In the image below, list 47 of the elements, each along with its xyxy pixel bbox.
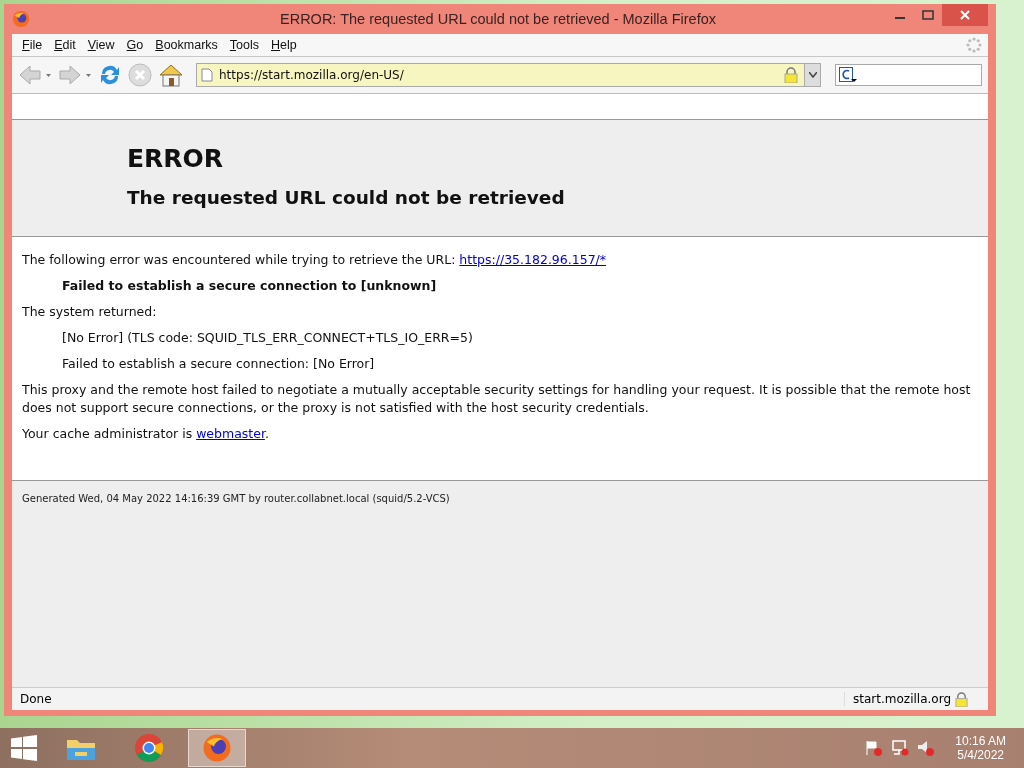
close-icon xyxy=(960,10,970,20)
flag-icon xyxy=(865,740,884,756)
error-paragraph: This proxy and the remote host failed to negotiate a mutually acceptable security settings for handling your request. It is possible that the remote host does not support secure connections, or the proxy is not satisfied with the host security credentials. xyxy=(22,381,972,417)
error-subheading: The requested URL could not be retrieved xyxy=(127,187,566,208)
window-title: ERROR: The requested URL could not be retrieved - Mozilla Firefox xyxy=(279,11,717,27)
minimize-icon xyxy=(895,17,905,19)
link[interactable]: webmaster xyxy=(196,426,265,441)
taskbar-app[interactable] xyxy=(188,729,246,767)
link[interactable]: https://35.182.96.157/* xyxy=(459,252,607,267)
error-heading: ERROR xyxy=(127,144,225,173)
speaker-icon xyxy=(917,740,936,756)
error-detail: Failed to establish a secure connection to [unknown] xyxy=(61,277,438,295)
error-paragraph: The system returned: xyxy=(22,303,158,321)
menu-item[interactable]: Bookmarks xyxy=(149,38,224,52)
page-icon xyxy=(201,68,213,82)
chevron-icon xyxy=(808,72,817,78)
error-detail: [No Error] (TLS code: SQUID_TLS_ERR_CONNECT+TLS_IO_ERR=5) xyxy=(61,329,474,347)
menu-item[interactable]: Help xyxy=(265,38,303,52)
status-text: Done xyxy=(19,692,53,706)
error-paragraph: The following error was encountered while trying to retrieve the URL: https://35.182.96.157/* xyxy=(22,251,608,269)
error-paragraph: Your cache administrator is webmaster. xyxy=(22,425,270,443)
network-icon xyxy=(891,740,910,756)
menu-item[interactable]: Tools xyxy=(223,38,265,52)
clock-time: 10:16 AM xyxy=(955,734,1006,748)
clock-date: 5/4/2022 xyxy=(957,748,1004,762)
address-bar[interactable]: https://start.mozilla.org/en-US/ xyxy=(196,63,821,87)
url-text: https://start.mozilla.org/en-US/ xyxy=(219,68,405,82)
menu-item[interactable]: View xyxy=(81,38,121,52)
reload-button[interactable] xyxy=(98,63,122,87)
stop-button[interactable] xyxy=(128,63,152,87)
throbber-icon xyxy=(966,37,982,53)
error-detail: Failed to establish a secure connection: [No Error] xyxy=(61,355,376,373)
maximize-icon xyxy=(922,10,934,20)
home-button[interactable] xyxy=(158,63,184,87)
browser-icon xyxy=(134,733,164,763)
menu-item[interactable]: Go xyxy=(120,38,150,52)
footer-text: Generated Wed, 04 May 2022 14:16:39 GMT by router.collabnet.local (squid/5.2-VCS) xyxy=(22,493,450,504)
lock-icon xyxy=(784,67,798,83)
menu-item[interactable]: File xyxy=(16,38,49,52)
search-engine-icon xyxy=(839,67,857,83)
close-button[interactable] xyxy=(942,4,988,26)
dropdown-button[interactable] xyxy=(804,64,820,86)
lock-icon xyxy=(955,691,968,707)
menu-item[interactable]: Edit xyxy=(48,38,82,52)
app-icon xyxy=(12,10,30,28)
fox-icon xyxy=(202,733,232,763)
search-field[interactable] xyxy=(835,64,982,86)
